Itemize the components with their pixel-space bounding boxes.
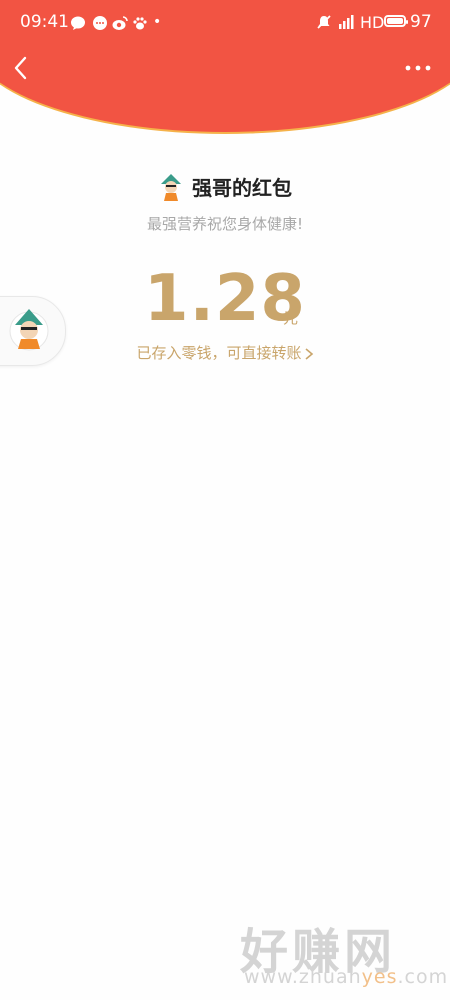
watermark-site: www.zhuanyes.com xyxy=(244,966,448,988)
network-type: HD xyxy=(360,13,385,32)
amount-container: 1.28 xyxy=(0,262,450,336)
more-horizontal-icon[interactable] xyxy=(404,60,432,76)
sender-name: 强哥的红包 xyxy=(192,176,292,200)
battery-icon xyxy=(384,15,408,27)
message-icon xyxy=(93,16,107,30)
amount-unit: 元 xyxy=(283,309,299,327)
more-notifications-dot: • xyxy=(153,14,162,30)
status-bar: 09:41 • HD 97 xyxy=(0,0,450,46)
status-time: 09:41 xyxy=(20,12,69,32)
chevron-left-icon[interactable] xyxy=(10,54,34,82)
sender-avatar xyxy=(161,173,181,201)
watermark-site-prefix: www.zhuan xyxy=(244,966,362,988)
floating-avatar[interactable] xyxy=(8,305,50,353)
weibo-icon xyxy=(112,16,128,30)
sender-row: 强哥的红包 xyxy=(0,172,450,202)
amount-value: 1.28 xyxy=(144,262,306,336)
signal-5g-icon xyxy=(339,15,354,29)
chevron-right-icon xyxy=(304,347,313,360)
mute-bell-icon xyxy=(317,15,331,29)
wish-text: 最强营养祝您身体健康! xyxy=(146,215,303,233)
watermark-site-suffix: .com xyxy=(397,966,449,988)
chat-bubble-icon xyxy=(71,16,85,30)
battery-level: 97 xyxy=(410,12,432,32)
change-note-text: 已存入零钱，可直接转账 xyxy=(136,344,302,362)
paw-icon xyxy=(133,17,147,30)
change-link[interactable]: 已存入零钱，可直接转账 xyxy=(0,342,450,363)
watermark-site-highlight: yes xyxy=(361,966,398,988)
